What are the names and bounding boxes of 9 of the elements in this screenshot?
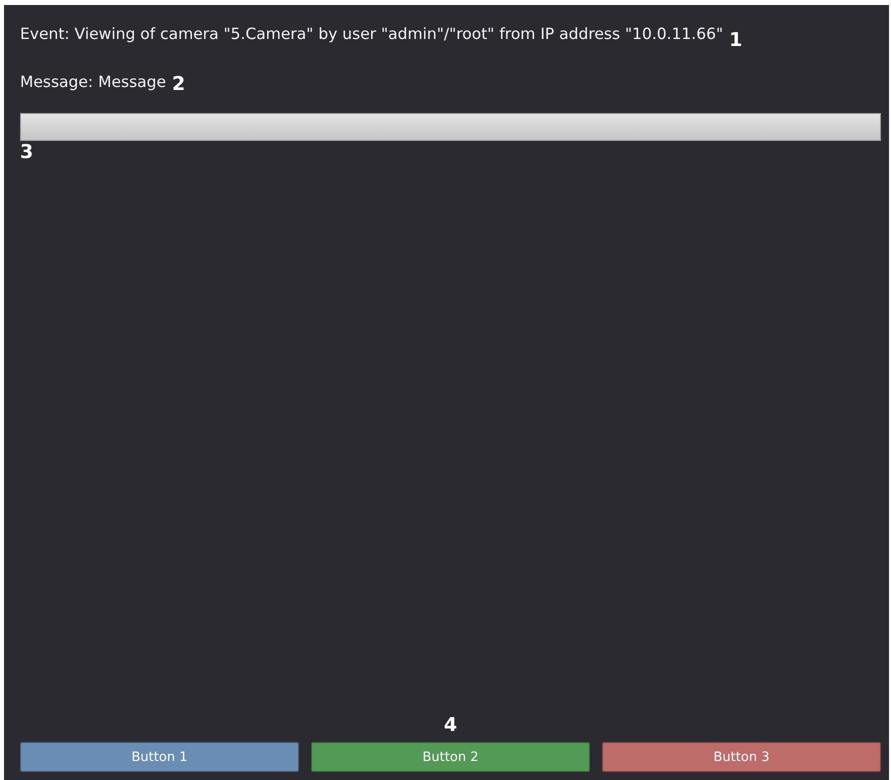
action-button[interactable]: Button 1 — [20, 742, 299, 772]
callout-number: 1 — [729, 29, 742, 51]
event-text: Event: Viewing of camera "5.Camera" by user "admin"/"root" from IP address "10.0.11.66" — [20, 25, 724, 44]
callout-number: 3 — [20, 141, 34, 163]
callout-number: 4 — [444, 714, 458, 736]
callout-number: 2 — [172, 73, 186, 95]
action-button[interactable]: Button 3 — [602, 742, 881, 772]
action-button[interactable]: Button 2 — [311, 742, 590, 772]
message-text: Message: Message — [20, 73, 166, 92]
